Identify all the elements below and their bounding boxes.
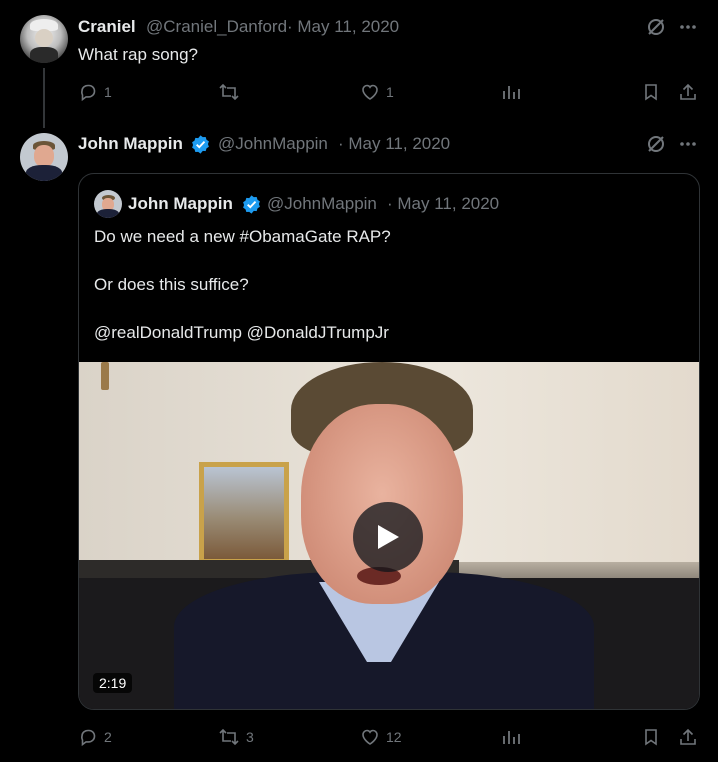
repost-button[interactable] bbox=[218, 82, 246, 102]
share-button[interactable] bbox=[678, 82, 698, 102]
repost-icon bbox=[218, 82, 240, 102]
reply-button[interactable]: 1 bbox=[78, 82, 112, 102]
verified-badge-icon bbox=[190, 134, 211, 155]
like-icon bbox=[360, 82, 380, 102]
views-icon bbox=[501, 82, 521, 102]
avatar-john-mappin[interactable] bbox=[20, 133, 68, 181]
author-name[interactable]: John Mappin bbox=[78, 134, 183, 154]
verified-badge-icon bbox=[241, 194, 262, 215]
more-icon[interactable] bbox=[678, 17, 698, 37]
quoted-date: · May 11, 2020 bbox=[387, 194, 500, 213]
video-player[interactable]: 2:19 bbox=[79, 362, 699, 709]
quoted-author-name: John Mappin bbox=[128, 194, 233, 213]
avatar-craniel[interactable] bbox=[20, 15, 68, 63]
quoted-text-line2: Or does this suffice? bbox=[94, 275, 249, 294]
like-button[interactable]: 12 bbox=[360, 727, 402, 747]
author-name[interactable]: Craniel bbox=[78, 17, 136, 37]
reply-button[interactable]: 2 bbox=[78, 727, 112, 747]
like-count: 1 bbox=[386, 84, 394, 100]
like-count: 12 bbox=[386, 729, 402, 745]
bookmark-button[interactable] bbox=[641, 727, 661, 747]
grok-icon[interactable] bbox=[646, 17, 666, 37]
like-icon bbox=[360, 727, 380, 747]
views-button[interactable] bbox=[501, 82, 521, 102]
video-duration: 2:19 bbox=[93, 673, 133, 693]
painting bbox=[199, 462, 289, 564]
repost-button[interactable]: 3 bbox=[218, 727, 254, 747]
views-icon bbox=[501, 727, 521, 747]
play-button[interactable] bbox=[353, 502, 423, 572]
grok-icon[interactable] bbox=[646, 134, 666, 154]
quoted-tweet-card[interactable]: John Mappin @JohnMappin · May 11, 2020 D… bbox=[78, 173, 700, 710]
bookmark-icon bbox=[641, 82, 661, 102]
quoted-avatar bbox=[94, 190, 122, 218]
tweet-date[interactable]: · May 11, 2020 bbox=[287, 17, 399, 37]
tweet-date[interactable]: · May 11, 2020 bbox=[338, 134, 450, 154]
quoted-author-handle: @JohnMappin bbox=[267, 194, 377, 213]
author-handle[interactable]: @JohnMappin bbox=[218, 134, 328, 154]
repost-icon bbox=[218, 727, 240, 747]
share-button[interactable] bbox=[678, 727, 698, 747]
tweet-text: What rap song? bbox=[78, 45, 199, 64]
reply-count: 1 bbox=[104, 84, 112, 100]
reply-icon bbox=[78, 727, 98, 747]
quoted-text-mentions[interactable]: @realDonaldTrump @DonaldJTrumpJr bbox=[94, 323, 389, 343]
share-icon bbox=[678, 727, 698, 747]
like-button[interactable]: 1 bbox=[360, 82, 394, 102]
bookmark-icon bbox=[641, 727, 661, 747]
more-icon[interactable] bbox=[678, 134, 698, 154]
share-icon bbox=[678, 82, 698, 102]
views-button[interactable] bbox=[501, 727, 521, 747]
play-icon bbox=[375, 523, 401, 551]
repost-count: 3 bbox=[246, 729, 254, 745]
quoted-text-line1: Do we need a new #ObamaGate RAP? bbox=[94, 227, 391, 246]
thread-line bbox=[43, 68, 45, 128]
reply-count: 2 bbox=[104, 729, 112, 745]
bookmark-button[interactable] bbox=[641, 82, 661, 102]
author-handle[interactable]: @Craniel_Danford bbox=[146, 17, 287, 37]
reply-icon bbox=[78, 82, 98, 102]
